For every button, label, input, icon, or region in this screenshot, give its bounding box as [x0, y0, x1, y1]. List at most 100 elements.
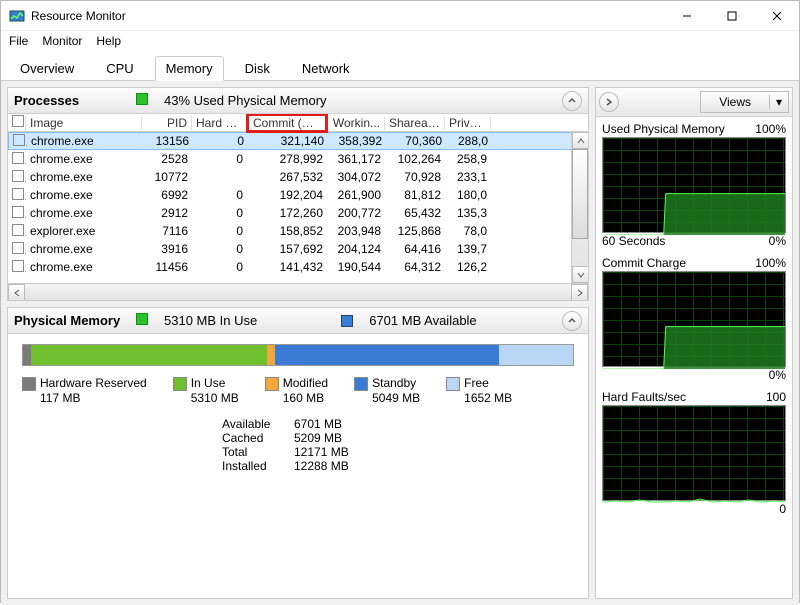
row-checkbox[interactable]: [12, 224, 24, 236]
horizontal-scrollbar[interactable]: [8, 283, 588, 300]
cell-pid: 2912: [142, 206, 192, 220]
cell-private: 126,2: [445, 260, 491, 274]
column-shareable[interactable]: Shareab...: [385, 116, 445, 130]
cell-hardfaults: 0: [192, 260, 247, 274]
chart-usedmem-min: 0%: [769, 234, 786, 248]
collapse-physical-button[interactable]: [562, 311, 582, 331]
cell-image: chrome.exe: [26, 170, 142, 184]
row-checkbox[interactable]: [12, 152, 24, 164]
tab-network[interactable]: Network: [291, 56, 361, 80]
menu-help[interactable]: Help: [96, 34, 121, 48]
membar-modified: [267, 345, 274, 365]
views-button[interactable]: Views ▾: [700, 91, 789, 113]
minimize-button[interactable]: [664, 1, 709, 31]
column-commit[interactable]: Commit (KB): [247, 114, 327, 132]
scroll-right-button[interactable]: [571, 284, 588, 300]
tab-disk[interactable]: Disk: [234, 56, 281, 80]
stat-installed-key: Installed: [222, 459, 282, 473]
cell-hardfaults: 0: [192, 242, 247, 256]
scroll-left-button[interactable]: [8, 284, 25, 300]
cell-commit: 158,852: [247, 224, 327, 238]
cell-working: 204,124: [327, 242, 385, 256]
cell-private: 233,1: [445, 170, 491, 184]
table-row[interactable]: chrome.exe29120172,260200,77265,432135,3: [8, 204, 588, 222]
scroll-thumb[interactable]: [572, 149, 588, 239]
table-row[interactable]: chrome.exe131560321,140358,39270,360288,…: [8, 132, 588, 150]
chart-commit-charge: [602, 271, 786, 367]
legend-modified-name: Modified: [283, 376, 328, 390]
row-checkbox[interactable]: [12, 260, 24, 272]
chart-usedmem-footer: 60 Seconds: [602, 234, 665, 248]
processes-panel: Processes 43% Used Physical Memory Image…: [7, 87, 589, 301]
physical-memory-panel: Physical Memory 5310 MB In Use 6701 MB A…: [7, 307, 589, 599]
cell-private: 135,3: [445, 206, 491, 220]
table-row[interactable]: chrome.exe25280278,992361,172102,264258,…: [8, 150, 588, 168]
chart-usedmem-title: Used Physical Memory: [602, 122, 725, 136]
table-row[interactable]: chrome.exe69920192,204261,90081,812180,0: [8, 186, 588, 204]
cell-commit: 192,204: [247, 188, 327, 202]
physical-memory-header[interactable]: Physical Memory 5310 MB In Use 6701 MB A…: [8, 308, 588, 334]
column-pid[interactable]: PID: [142, 116, 192, 130]
column-hardfaults[interactable]: Hard Fa...: [192, 116, 247, 130]
tab-cpu[interactable]: CPU: [95, 56, 144, 80]
select-all-checkbox[interactable]: [12, 115, 24, 127]
maximize-button[interactable]: [709, 1, 754, 31]
row-checkbox[interactable]: [13, 134, 25, 146]
membar-free: [499, 345, 573, 365]
physical-available-text: 6701 MB Available: [369, 313, 476, 328]
table-row[interactable]: chrome.exe10772267,532304,07270,928233,1: [8, 168, 588, 186]
scroll-up-button[interactable]: [572, 132, 588, 149]
row-checkbox[interactable]: [12, 170, 24, 182]
scroll-down-button[interactable]: [572, 266, 588, 283]
legend-standby-val: 5049 MB: [354, 391, 420, 405]
legend-inuse-val: 5310 MB: [173, 391, 239, 405]
inuse-led-icon: [136, 313, 152, 328]
cell-image: chrome.exe: [26, 188, 142, 202]
stat-available-val: 6701 MB: [294, 417, 342, 431]
menu-monitor[interactable]: Monitor: [42, 34, 82, 48]
table-row[interactable]: chrome.exe39160157,692204,12464,416139,7: [8, 240, 588, 258]
column-private[interactable]: Privat...: [445, 116, 491, 130]
vertical-scrollbar[interactable]: [571, 132, 588, 283]
title-bar: Resource Monitor: [1, 1, 799, 31]
cell-shareable: 102,264: [385, 152, 445, 166]
cell-image: chrome.exe: [26, 242, 142, 256]
cell-private: 288,0: [446, 134, 492, 148]
stat-cached-key: Cached: [222, 431, 282, 445]
expand-charts-button[interactable]: [599, 92, 619, 112]
column-image[interactable]: Image: [26, 116, 142, 130]
row-checkbox[interactable]: [12, 206, 24, 218]
processes-header[interactable]: Processes 43% Used Physical Memory: [8, 88, 588, 114]
processes-table-header: Image PID Hard Fa... Commit (KB) Workin.…: [8, 114, 588, 132]
cell-pid: 7116: [142, 224, 192, 238]
cell-working: 358,392: [328, 134, 386, 148]
tab-overview[interactable]: Overview: [9, 56, 85, 80]
row-checkbox[interactable]: [12, 188, 24, 200]
cell-image: explorer.exe: [26, 224, 142, 238]
cell-working: 304,072: [327, 170, 385, 184]
cell-commit: 321,140: [248, 134, 328, 148]
legend-inuse-name: In Use: [191, 376, 226, 390]
cell-image: chrome.exe: [27, 134, 143, 148]
cell-working: 361,172: [327, 152, 385, 166]
table-row[interactable]: chrome.exe114560141,432190,54464,312126,…: [8, 258, 588, 276]
cell-image: chrome.exe: [26, 206, 142, 220]
row-checkbox[interactable]: [12, 242, 24, 254]
collapse-processes-button[interactable]: [562, 91, 582, 111]
stat-total-val: 12171 MB: [294, 445, 349, 459]
cell-commit: 141,432: [247, 260, 327, 274]
column-working[interactable]: Workin...: [327, 116, 385, 130]
cell-working: 200,772: [327, 206, 385, 220]
menu-file[interactable]: File: [9, 34, 28, 48]
views-dropdown-icon: ▾: [770, 95, 788, 109]
cell-commit: 157,692: [247, 242, 327, 256]
cell-commit: 172,260: [247, 206, 327, 220]
tab-memory[interactable]: Memory: [155, 56, 224, 81]
cell-private: 258,9: [445, 152, 491, 166]
cell-shareable: 65,432: [385, 206, 445, 220]
table-row[interactable]: explorer.exe71160158,852203,948125,86878…: [8, 222, 588, 240]
cell-commit: 278,992: [247, 152, 327, 166]
chart-usedmem-max: 100%: [755, 122, 786, 136]
cell-pid: 6992: [142, 188, 192, 202]
close-button[interactable]: [754, 1, 799, 31]
